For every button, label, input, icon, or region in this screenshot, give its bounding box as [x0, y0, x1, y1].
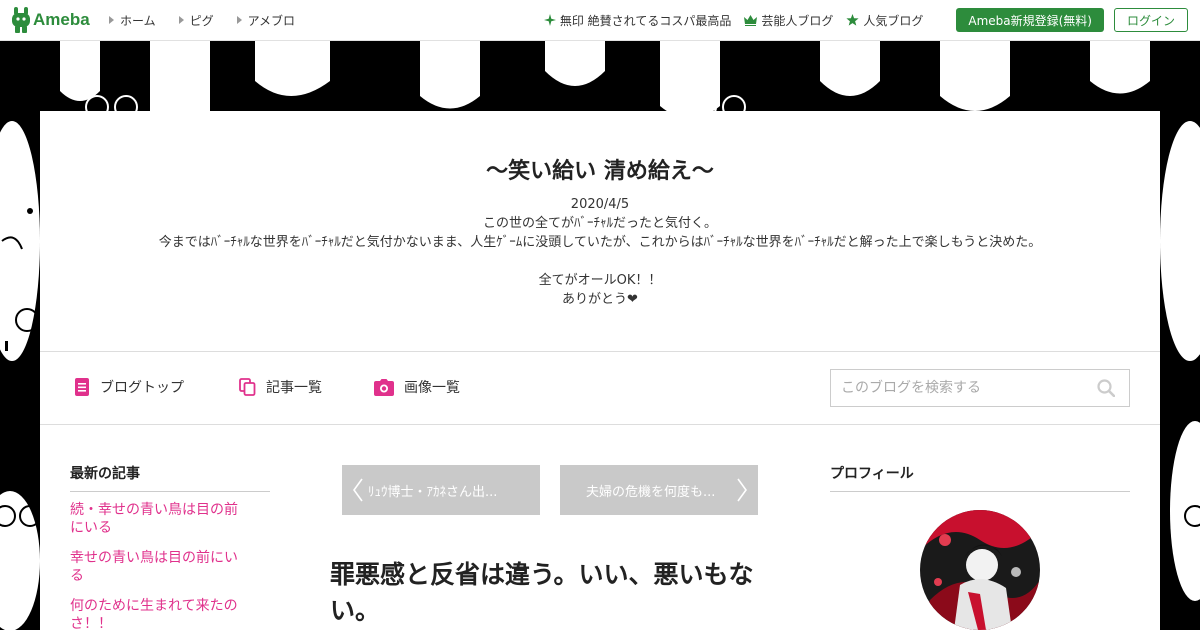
blog-search-input[interactable]: [831, 370, 1081, 406]
logo-text: Ameba: [33, 10, 90, 29]
promo-label: 芸能人ブログ: [761, 13, 834, 28]
nav-link-label: アメブロ: [247, 13, 296, 28]
chevron-right-icon: [737, 478, 747, 502]
promo-link-muji[interactable]: 無印 絶賛されてるコスパ最高品: [543, 12, 732, 29]
article-list-link[interactable]: 記事一覧: [239, 377, 322, 397]
avatar[interactable]: [920, 510, 1040, 630]
blog-title[interactable]: ～笑い給い 清め給え～: [40, 153, 1160, 185]
latest-article-link[interactable]: 幸せの青い鳥は目の前にいる: [70, 549, 245, 585]
blog-nav-label: ブログトップ: [100, 380, 184, 396]
blog-nav-label: 画像一覧: [404, 380, 460, 396]
description-line: 今まではﾊﾞｰﾁｬﾙな世界をﾊﾞｰﾁｬﾙだと気付かないまま、人生ｹﾞｰﾑに没頭し…: [158, 235, 1042, 250]
ameba-logo[interactable]: Ameba: [11, 7, 90, 33]
star-icon: [846, 14, 859, 26]
promo-label: 無印 絶賛されてるコスパ最高品: [559, 13, 732, 28]
ameba-mascot-icon: [12, 7, 30, 33]
blog-frame: ～笑い給い 清め給え～ 2020/4/5 この世の全てがﾊﾞｰﾁｬﾙだったと気付…: [40, 111, 1160, 630]
promo-label: 人気ブログ: [863, 13, 924, 28]
blog-nav-label: 記事一覧: [266, 380, 322, 396]
image-list-link[interactable]: 画像一覧: [374, 377, 460, 397]
description-line: 全てがオールOK！！: [538, 273, 662, 288]
sparkle-icon: [543, 14, 556, 26]
global-actions: 無印 絶賛されてるコスパ最高品 芸能人ブログ 人気ブログ Ameba新規登録(無…: [543, 0, 1200, 40]
next-article-button[interactable]: 夫婦の危機を何度も...: [560, 465, 758, 515]
previous-article-label: ﾘｭｳ博士・ｱｶﾈさん出...: [368, 484, 498, 500]
promo-link-celebrity-blogs[interactable]: 芸能人ブログ: [744, 12, 833, 29]
chevron-left-icon: [353, 478, 363, 502]
nav-link-label: ホーム: [120, 13, 156, 28]
description-line: [40, 252, 1160, 271]
article-title[interactable]: 罪悪感と反省は違う。いい、悪いもない。: [330, 557, 770, 629]
previous-article-button[interactable]: ﾘｭｳ博士・ｱｶﾈさん出...: [342, 465, 540, 515]
triangle-right-icon: [178, 16, 184, 24]
promo-link-popular-blogs[interactable]: 人気ブログ: [846, 12, 923, 29]
description-line: ありがとう❤: [562, 292, 638, 307]
left-sidebar: 最新の記事 続・幸せの青い鳥は目の前にいる 幸せの青い鳥は目の前にいる 何のため…: [70, 463, 270, 630]
global-nav: ホーム ピグ アメブロ: [109, 0, 318, 40]
description-line: 2020/4/5: [570, 197, 630, 212]
nav-link-home[interactable]: ホーム: [109, 12, 156, 29]
nav-link-pigg[interactable]: ピグ: [178, 12, 214, 29]
search-icon[interactable]: [1097, 379, 1115, 397]
crown-icon: [744, 14, 758, 26]
nav-link-label: ピグ: [189, 13, 214, 28]
latest-articles-heading: 最新の記事: [70, 463, 270, 492]
document-icon: [75, 378, 89, 396]
triangle-right-icon: [109, 16, 114, 24]
next-article-label: 夫婦の危機を何度も...: [586, 484, 716, 500]
camera-icon: [374, 378, 394, 396]
latest-articles-list: 続・幸せの青い鳥は目の前にいる 幸せの青い鳥は目の前にいる 何のために生まれて来…: [70, 501, 270, 630]
triangle-right-icon: [236, 16, 242, 24]
global-header: Ameba ホーム ピグ アメブロ 無印 絶賛されてるコスパ最高品 芸能人ブログ: [0, 0, 1200, 41]
register-button[interactable]: Ameba新規登録(無料): [956, 8, 1104, 32]
copy-icon: [239, 378, 256, 396]
right-sidebar: プロフィール: [830, 463, 1130, 630]
blog-description: 2020/4/5 この世の全てがﾊﾞｰﾁｬﾙだったと気付く。 今まではﾊﾞｰﾁｬ…: [40, 195, 1160, 309]
description-line: この世の全てがﾊﾞｰﾁｬﾙだったと気付く。: [482, 216, 717, 231]
blog-nav: ブログトップ 記事一覧 画像一覧: [40, 352, 1160, 425]
blog-search-box: [830, 369, 1130, 407]
blog-header: ～笑い給い 清め給え～ 2020/4/5 この世の全てがﾊﾞｰﾁｬﾙだったと気付…: [40, 111, 1160, 352]
nav-link-ameblo[interactable]: アメブロ: [236, 12, 296, 29]
profile-heading: プロフィール: [830, 463, 1130, 492]
latest-article-link[interactable]: 何のために生まれて来たのさ！！: [70, 597, 245, 630]
latest-article-link[interactable]: 続・幸せの青い鳥は目の前にいる: [70, 501, 245, 537]
blog-top-link[interactable]: ブログトップ: [74, 377, 184, 397]
login-button[interactable]: ログイン: [1113, 8, 1188, 32]
avatar-image: [920, 510, 1040, 630]
